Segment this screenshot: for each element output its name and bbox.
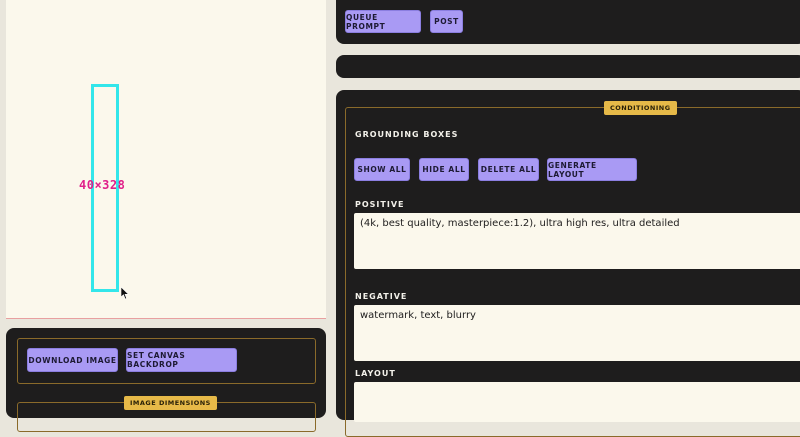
set-canvas-backdrop-button[interactable]: SET CANVAS BACKDROP bbox=[126, 348, 237, 372]
positive-label: POSITIVE bbox=[355, 200, 405, 209]
status-bar bbox=[336, 55, 800, 78]
prompt-toolbar: QUEUE PROMPT POST bbox=[336, 0, 800, 44]
drawing-canvas[interactable]: 40×328 bbox=[6, 0, 326, 319]
layout-input[interactable] bbox=[354, 382, 800, 422]
image-tools-panel: DOWNLOAD IMAGE SET CANVAS BACKDROP IMAGE… bbox=[6, 328, 326, 432]
image-dimensions-legend: IMAGE DIMENSIONS bbox=[124, 396, 217, 410]
conditioning-panel: CONDITIONING GROUNDING BOXES SHOW ALL HI… bbox=[336, 90, 800, 437]
mouse-cursor-icon bbox=[121, 287, 130, 300]
hide-all-button[interactable]: HIDE ALL bbox=[419, 158, 469, 181]
layout-label: LAYOUT bbox=[355, 369, 396, 378]
delete-all-button[interactable]: DELETE ALL bbox=[478, 158, 539, 181]
queue-prompt-button[interactable]: QUEUE PROMPT bbox=[345, 10, 421, 33]
negative-label: NEGATIVE bbox=[355, 292, 408, 301]
conditioning-legend: CONDITIONING bbox=[604, 101, 677, 115]
negative-prompt-input[interactable]: watermark, text, blurry bbox=[354, 305, 800, 361]
generate-layout-button[interactable]: GENERATE LAYOUT bbox=[547, 158, 637, 181]
box-dimensions-label: 40×328 bbox=[79, 178, 126, 192]
grounding-boxes-label: GROUNDING BOXES bbox=[355, 130, 459, 139]
post-button[interactable]: POST bbox=[430, 10, 463, 33]
positive-prompt-input[interactable]: (4k, best quality, masterpiece:1.2), ult… bbox=[354, 213, 800, 269]
download-image-button[interactable]: DOWNLOAD IMAGE bbox=[27, 348, 118, 372]
show-all-button[interactable]: SHOW ALL bbox=[354, 158, 410, 181]
